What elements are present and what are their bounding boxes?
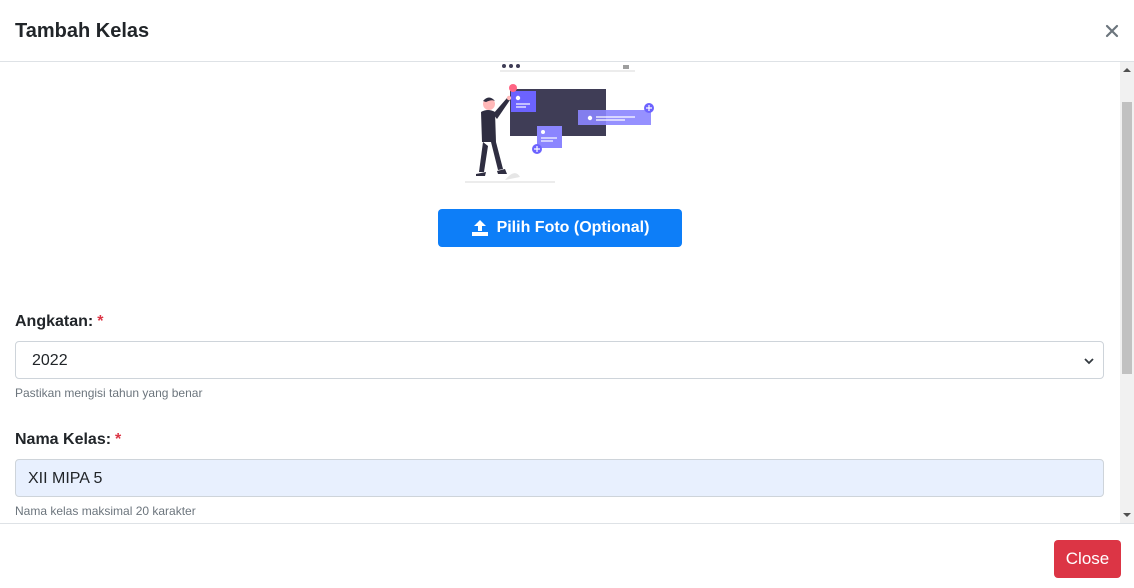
- nama-kelas-help: Nama kelas maksimal 20 karakter: [15, 504, 196, 518]
- nama-kelas-value: XII MIPA 5: [28, 470, 103, 487]
- modal-header: Tambah Kelas: [0, 0, 1134, 62]
- required-mark: *: [97, 313, 104, 330]
- scrollbar[interactable]: [1120, 62, 1134, 523]
- required-mark: *: [115, 431, 122, 448]
- scroll-up-arrow-icon[interactable]: [1123, 66, 1131, 74]
- scrollbar-thumb[interactable]: [1122, 102, 1132, 374]
- choose-photo-label: Pilih Foto (Optional): [496, 219, 650, 236]
- close-icon[interactable]: [1102, 18, 1122, 42]
- nama-kelas-label-text: Nama Kelas:: [15, 431, 112, 448]
- choose-photo-button[interactable]: Pilih Foto (Optional): [438, 209, 682, 247]
- class-illustration: [465, 64, 654, 183]
- nama-kelas-input[interactable]: XII MIPA 5: [15, 459, 1104, 497]
- modal-body: Pilih Foto (Optional) Angkatan: * 2022 Pa…: [0, 62, 1120, 523]
- close-button[interactable]: Close: [1054, 540, 1121, 578]
- upload-icon: [471, 220, 488, 236]
- angkatan-label: Angkatan: *: [15, 313, 103, 331]
- angkatan-selected-value: 2022: [32, 352, 68, 369]
- chevron-down-icon: [1084, 358, 1094, 365]
- nama-kelas-label: Nama Kelas: *: [15, 431, 121, 449]
- angkatan-label-text: Angkatan:: [15, 313, 94, 330]
- angkatan-help: Pastikan mengisi tahun yang benar: [15, 386, 203, 400]
- angkatan-select[interactable]: 2022: [15, 341, 1104, 379]
- scroll-down-arrow-icon[interactable]: [1123, 511, 1131, 519]
- modal-footer: Close: [0, 523, 1134, 588]
- modal-title: Tambah Kelas: [15, 20, 150, 42]
